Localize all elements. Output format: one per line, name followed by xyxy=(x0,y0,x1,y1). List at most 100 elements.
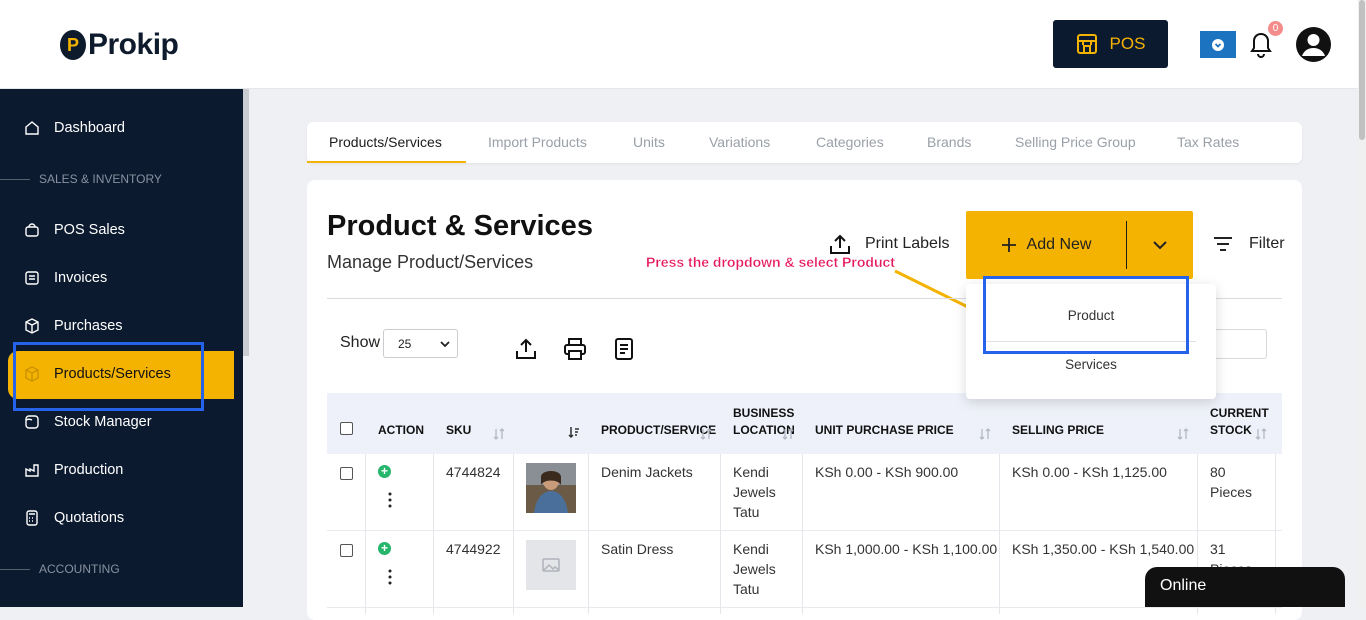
row-checkbox[interactable] xyxy=(340,467,353,480)
export-icon[interactable] xyxy=(514,337,538,361)
sort-icon[interactable] xyxy=(979,428,991,440)
sort-desc-icon[interactable] xyxy=(568,426,580,438)
sidebar-scrollbar[interactable] xyxy=(243,89,249,356)
kebab-menu-icon[interactable] xyxy=(388,492,392,508)
column-divider xyxy=(802,454,803,614)
sidebar-item-dashboard[interactable]: Dashboard xyxy=(24,116,125,140)
print-icon[interactable] xyxy=(563,337,587,361)
sidebar-item-label: POS Sales xyxy=(54,222,125,238)
cell-product-name[interactable]: Denim Jackets xyxy=(601,462,693,482)
sidebar-item-production[interactable]: Production xyxy=(24,458,123,482)
column-divider xyxy=(433,454,434,614)
filter-button[interactable]: Filter xyxy=(1213,235,1285,253)
cell-stock-unit: Pieces xyxy=(1210,484,1253,500)
col-unit-purchase-price[interactable]: UNIT PURCHASE PRICE xyxy=(815,422,954,439)
download-button[interactable] xyxy=(1200,31,1236,58)
sort-icon[interactable] xyxy=(782,428,794,440)
tab-categories[interactable]: Categories xyxy=(816,134,884,150)
cell-location: Kendi Jewels Tatu xyxy=(733,462,776,522)
show-label: Show xyxy=(340,334,381,351)
section-accounting: ACCOUNTING xyxy=(0,562,120,576)
sidebar-item-invoices[interactable]: Invoices xyxy=(24,266,107,290)
bag-icon xyxy=(25,223,39,237)
store-icon xyxy=(1076,34,1097,54)
cell-location-line: Jewels xyxy=(733,484,776,500)
cell-unit-purchase-price: KSh 0.00 - KSh 900.00 xyxy=(815,464,959,480)
section-label: SALES & INVENTORY xyxy=(39,172,162,186)
chat-widget[interactable]: Online xyxy=(1145,567,1345,607)
cell-location-line: Tatu xyxy=(733,504,760,520)
col-sku[interactable]: SKU xyxy=(446,422,471,439)
expand-row-icon[interactable]: + xyxy=(378,542,391,555)
cell-stock-qty: 31 xyxy=(1210,541,1226,557)
product-photo xyxy=(526,463,576,513)
highlight-box-sidebar xyxy=(13,342,204,411)
tab-brands[interactable]: Brands xyxy=(927,134,971,150)
tab-products-services[interactable]: Products/Services xyxy=(329,134,442,150)
sidebar-item-stock-manager[interactable]: Stock Manager xyxy=(24,410,152,434)
box-icon xyxy=(25,318,39,334)
avatar[interactable] xyxy=(1295,26,1332,63)
sidebar-item-label: Quotations xyxy=(54,510,125,526)
logo[interactable]: P Prokip xyxy=(60,28,179,62)
sidebar-item-label: Purchases xyxy=(54,318,123,334)
cell-product-name[interactable]: Satin Dress xyxy=(601,539,673,559)
upload-icon xyxy=(830,234,850,254)
page-scroll-thumb[interactable] xyxy=(1359,0,1365,140)
logo-mark-icon: P xyxy=(60,30,86,60)
logo-text: Prokip xyxy=(88,28,179,61)
cell-unit-purchase-price: KSh 1,000.00 - KSh 1,100.00 xyxy=(815,541,998,557)
add-new-dropdown-toggle[interactable] xyxy=(1127,211,1193,279)
cell-location: Kendi Jewels Tatu xyxy=(733,539,776,599)
col-selling-price[interactable]: SELLING PRICE xyxy=(1012,422,1104,439)
sidebar-item-label: Dashboard xyxy=(54,120,125,136)
sidebar-item-label: Production xyxy=(54,462,124,478)
sidebar-item-purchases[interactable]: Purchases xyxy=(24,314,123,338)
cell-selling-price: KSh 1,350.00 - KSh 1,540.00 xyxy=(1012,541,1195,557)
row-checkbox[interactable] xyxy=(340,544,353,557)
tutorial-hint: Press the dropdown & select Product xyxy=(646,254,895,270)
download-icon xyxy=(1212,38,1224,51)
invoice-icon xyxy=(25,271,39,285)
calculator-icon xyxy=(26,510,38,526)
add-new-label: Add New xyxy=(1026,236,1092,253)
tab-tax-rates[interactable]: Tax Rates xyxy=(1177,134,1239,150)
select-all-checkbox[interactable] xyxy=(340,422,353,435)
column-divider xyxy=(513,454,514,614)
cell-location-line: Kendi xyxy=(733,464,769,480)
sort-icon[interactable] xyxy=(1255,428,1267,440)
kebab-menu-icon[interactable] xyxy=(388,569,392,585)
page-size-select[interactable]: 25 xyxy=(383,329,458,358)
sort-icon[interactable] xyxy=(700,428,712,440)
tab-selling-price-group[interactable]: Selling Price Group xyxy=(1015,134,1136,150)
col-product-service[interactable]: PRODUCT/SERVICE xyxy=(601,422,716,439)
tab-units[interactable]: Units xyxy=(633,134,665,150)
sort-icon[interactable] xyxy=(493,428,505,440)
print-labels-button[interactable]: Print Labels xyxy=(829,233,950,255)
tab-variations[interactable]: Variations xyxy=(709,134,770,150)
sidebar-item-label: Stock Manager xyxy=(54,414,152,430)
column-divider xyxy=(720,454,721,614)
expand-row-icon[interactable]: + xyxy=(378,465,391,478)
notification-badge: 0 xyxy=(1268,21,1283,36)
print-labels-label: Print Labels xyxy=(865,235,950,252)
document-icon[interactable] xyxy=(612,337,636,361)
sidebar-item-pos-sales[interactable]: POS Sales xyxy=(24,218,125,242)
cell-location-line: Kendi xyxy=(733,541,769,557)
cell-location-line: Jewels xyxy=(733,561,776,577)
image-placeholder-icon xyxy=(526,540,576,590)
page-title: Product & Services xyxy=(327,210,593,242)
pos-button[interactable]: POS xyxy=(1053,20,1168,68)
sort-icon[interactable] xyxy=(1177,428,1189,440)
filter-label: Filter xyxy=(1249,235,1285,252)
tab-import-products[interactable]: Import Products xyxy=(488,134,587,150)
sub-nav-tabs: Products/Services Import Products Units … xyxy=(307,122,1302,163)
dropdown-item-services[interactable]: Services xyxy=(966,357,1216,372)
col-business-location-line1: BUSINESS xyxy=(733,406,795,420)
cell-current-stock: 80 Pieces xyxy=(1210,462,1252,502)
page-size-value: 25 xyxy=(398,336,412,351)
column-divider xyxy=(365,454,366,614)
plus-icon xyxy=(1001,238,1016,252)
sidebar-item-quotations[interactable]: Quotations xyxy=(24,506,124,530)
factory-icon xyxy=(25,464,39,477)
